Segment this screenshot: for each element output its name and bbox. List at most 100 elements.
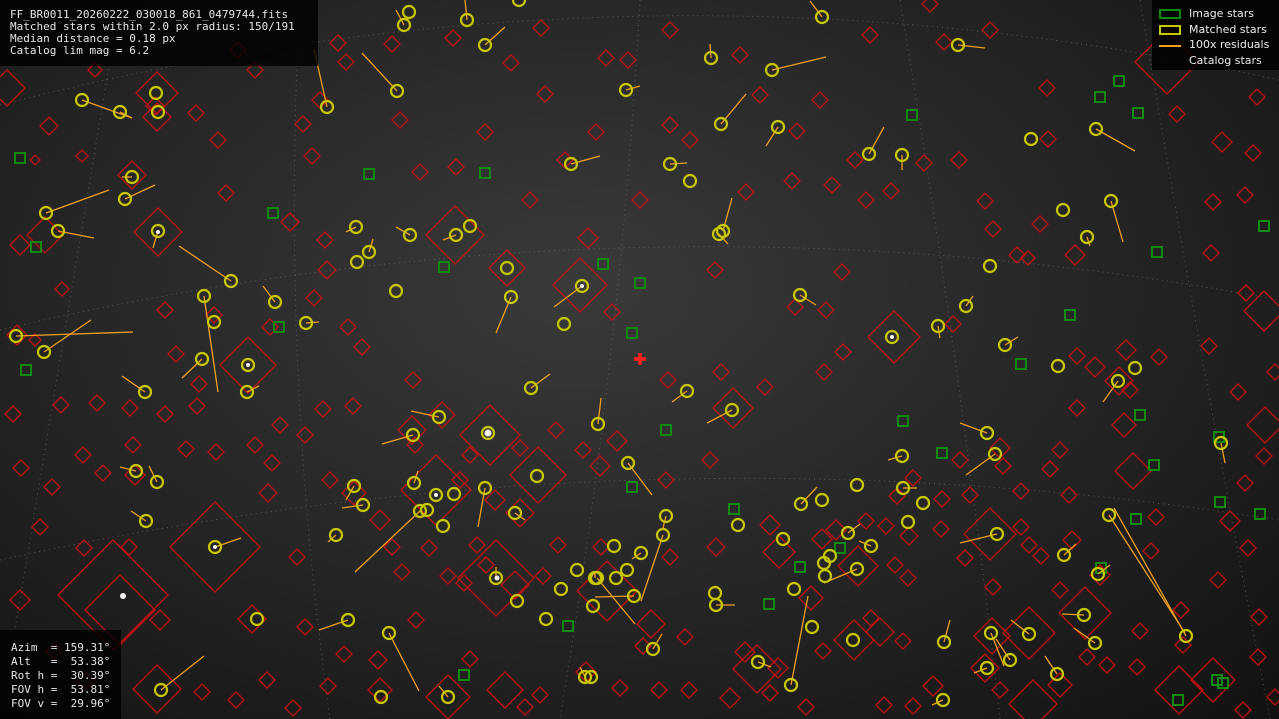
- catalog-star: [461, 650, 479, 668]
- catalog-star: [227, 691, 245, 709]
- residual-line: [706, 409, 733, 424]
- catalog-star: [915, 154, 933, 172]
- catalog-star: [857, 512, 875, 530]
- catalog-star: [875, 696, 893, 714]
- matched-star: [401, 4, 417, 20]
- catalog-star: [751, 86, 769, 104]
- image-star: [1132, 107, 1144, 119]
- catalog-star: [970, 653, 1000, 683]
- catalog-star: [1051, 441, 1069, 459]
- grid-line: [293, 0, 331, 719]
- image-star: [834, 542, 846, 554]
- catalog-star: [1008, 246, 1026, 264]
- catalog-star: [532, 19, 550, 37]
- matched-star: [1127, 360, 1143, 376]
- catalog-star: [209, 131, 227, 149]
- catalog-star: [1064, 244, 1086, 266]
- residual-line: [45, 189, 110, 214]
- catalog-star: [135, 71, 179, 115]
- catalog-star: [1142, 542, 1160, 560]
- catalog-star: [502, 54, 520, 72]
- matched-star: [569, 562, 585, 578]
- catalog-star: [1168, 105, 1186, 123]
- matched-star: [900, 514, 916, 530]
- catalog-star: [383, 35, 401, 53]
- catalog-star: [509, 446, 567, 504]
- residual-line: [790, 595, 809, 686]
- catalog-star: [574, 441, 592, 459]
- image-star: [273, 321, 285, 333]
- catalog-star: [1211, 131, 1233, 153]
- catalog-star: [12, 459, 30, 477]
- catalog-star: [877, 517, 895, 535]
- catalog-star: [611, 679, 629, 697]
- catalog-star: [706, 537, 726, 557]
- catalog-star: [271, 416, 289, 434]
- matched-star: [446, 486, 462, 502]
- catalog-star: [676, 628, 694, 646]
- catalog-star: [797, 698, 815, 716]
- legend-item-matched-stars: Matched stars: [1152, 23, 1279, 37]
- azimuth-readout: Azim = 159.31°: [11, 641, 111, 654]
- catalog-star: [511, 439, 529, 457]
- catalog-star: [701, 451, 719, 469]
- catalog-star: [316, 231, 334, 249]
- catalog-star: [731, 46, 749, 64]
- catalog-star: [187, 104, 205, 122]
- catalog-star: [258, 671, 276, 689]
- catalog-star: [74, 446, 92, 464]
- residual-line: [121, 375, 146, 393]
- residual-line: [388, 632, 420, 692]
- sky-image: FF_BR0011_20260222_030018_861_0479744.fi…: [0, 0, 1279, 719]
- bright-star: [484, 429, 492, 437]
- catalog-star: [833, 619, 875, 661]
- catalog-star: [815, 363, 833, 381]
- grid-line: [1139, 0, 1271, 719]
- catalog-star: [761, 684, 779, 702]
- image-star: [626, 327, 638, 339]
- image-star: [479, 167, 491, 179]
- catalog-star: [1041, 460, 1059, 478]
- catalog-star: [296, 618, 314, 636]
- catalog-star: [383, 538, 401, 556]
- catalog-star: [981, 21, 999, 39]
- catalog-star: [167, 345, 185, 363]
- catalog-star: [661, 116, 679, 134]
- catalog-star: [1246, 406, 1279, 444]
- altitude-readout: Alt = 53.38°: [11, 655, 111, 668]
- legend-item-residuals: 100x residuals: [1152, 38, 1279, 52]
- catalog-star: [29, 154, 41, 166]
- catalog-star: [124, 436, 142, 454]
- catalog-star: [1266, 688, 1279, 706]
- catalog-star: [899, 569, 917, 587]
- catalog-star: [882, 182, 900, 200]
- catalog-star: [961, 486, 979, 504]
- matched-star: [388, 283, 404, 299]
- catalog-star: [976, 192, 994, 210]
- catalog-star: [606, 430, 628, 452]
- catalog-star: [263, 454, 281, 472]
- image-star: [1214, 496, 1226, 508]
- matched-star: [606, 538, 622, 554]
- catalog-star: [407, 611, 425, 629]
- catalog-star: [659, 371, 677, 389]
- residual-line: [597, 397, 602, 425]
- catalog-star: [521, 191, 539, 209]
- image-star: [363, 168, 375, 180]
- catalog-star: [1147, 508, 1165, 526]
- catalog-star: [303, 147, 321, 165]
- catalog-star: [488, 249, 526, 287]
- catalog-star: [762, 535, 796, 569]
- catalog-star: [991, 681, 1009, 699]
- image-star: [14, 152, 26, 164]
- catalog-star: [477, 556, 495, 574]
- matched-star: [1050, 358, 1066, 374]
- catalog-star: [589, 455, 611, 477]
- residual-line: [800, 486, 818, 505]
- catalog-star: [661, 21, 679, 39]
- matched-star: [619, 562, 635, 578]
- catalog-star: [922, 675, 944, 697]
- catalog-star: [619, 51, 637, 69]
- catalog-star: [846, 151, 864, 169]
- matched-star: [786, 581, 802, 597]
